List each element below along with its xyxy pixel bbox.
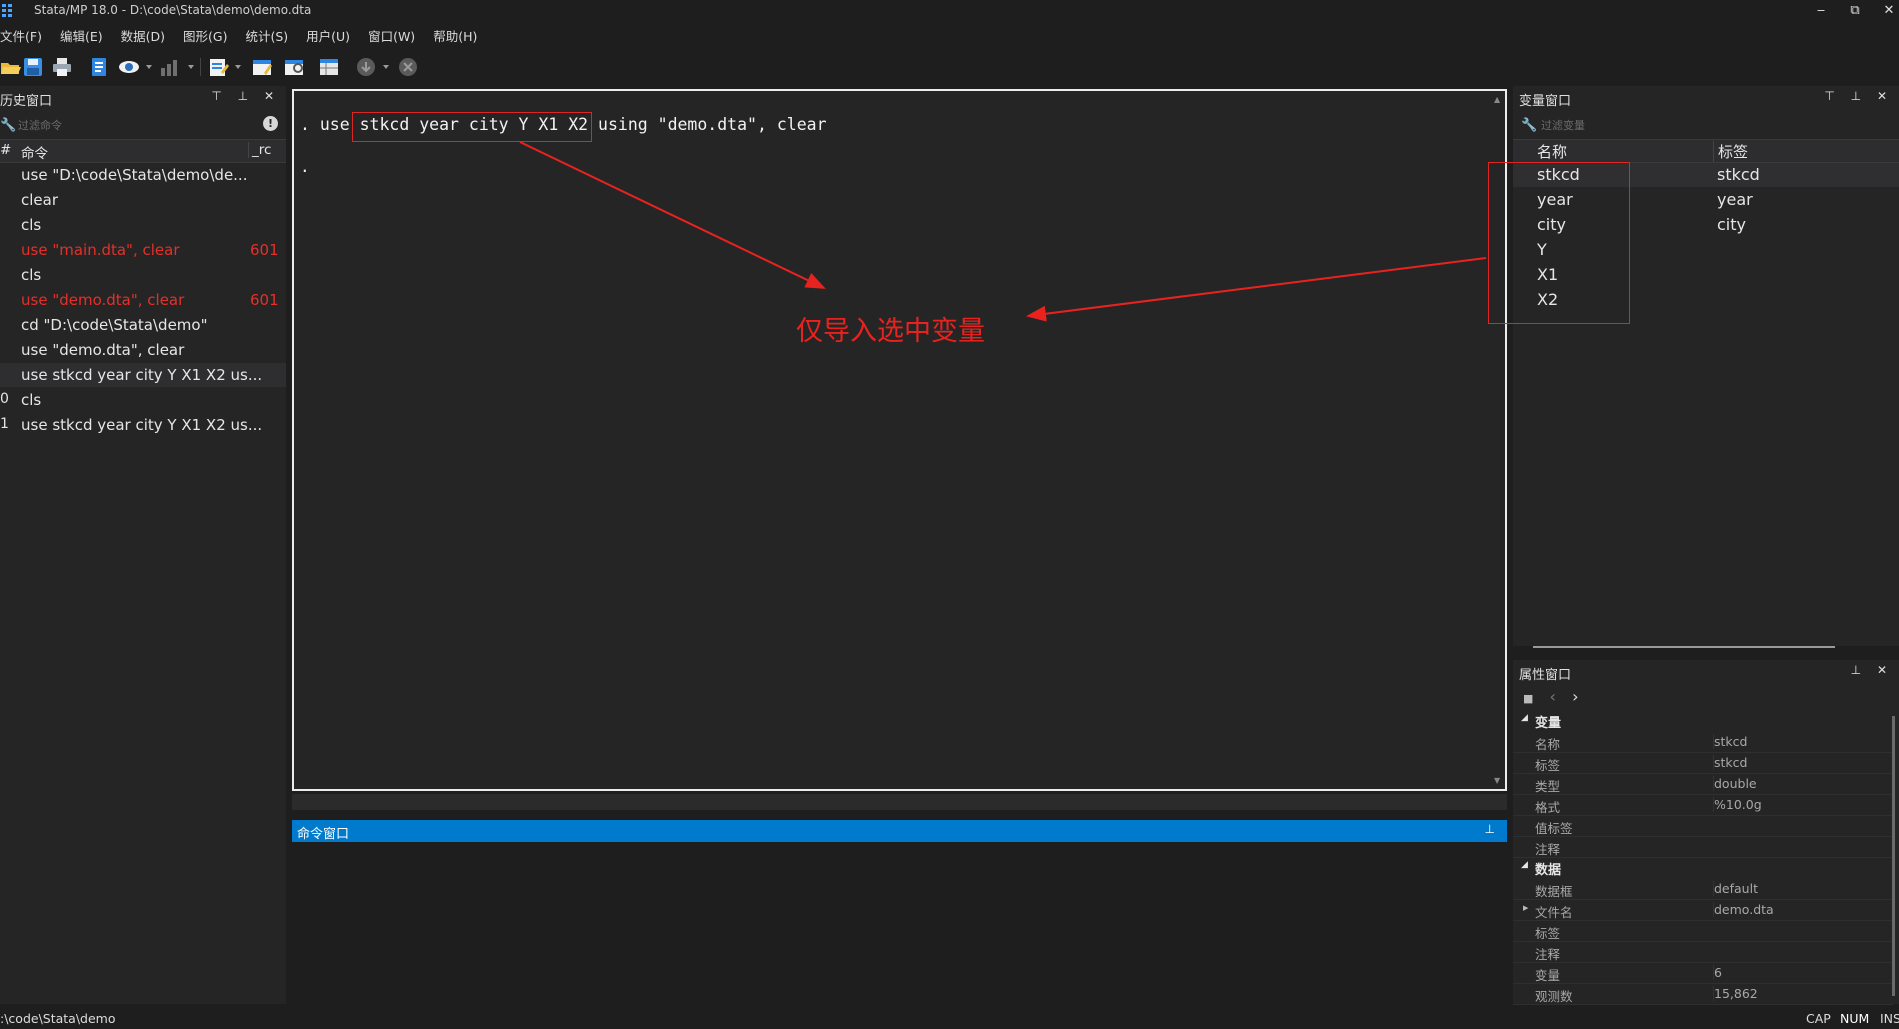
arrow-to-text [519,141,826,289]
annotation-arrows [519,141,1487,322]
arrow-from-variables [1026,257,1487,322]
annotation-text: 仅导入选中变量 [796,316,985,347]
